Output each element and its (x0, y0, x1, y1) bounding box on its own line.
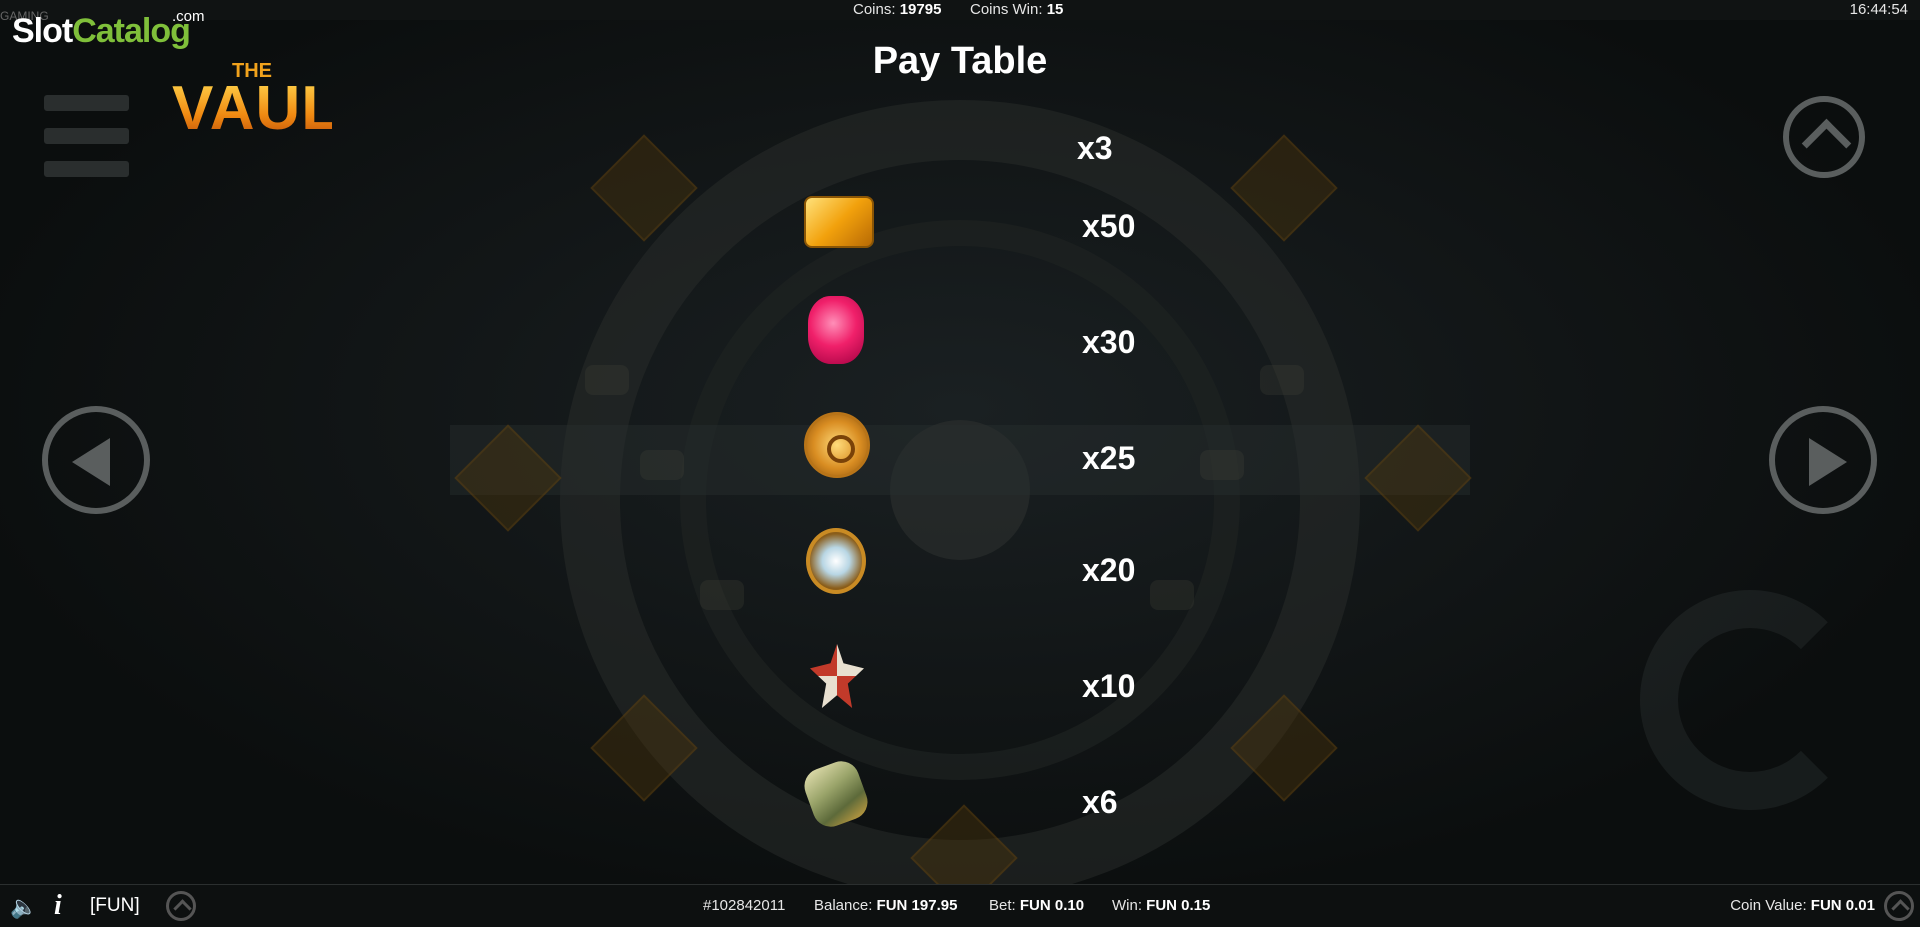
medal-shape (810, 644, 864, 708)
bet-readout: Bet: FUN 0.10 (989, 885, 1084, 927)
info-icon[interactable]: i (54, 885, 62, 927)
win-value: FUN 0.15 (1146, 897, 1211, 914)
chevron-up-icon[interactable] (166, 891, 196, 921)
bet-value: FUN 0.10 (1019, 897, 1085, 914)
coins-value: 19795 (899, 1, 942, 18)
paytable-row: x50 (0, 176, 1920, 256)
mode-label: [FUN] (90, 895, 140, 916)
win-label: Win: (1112, 897, 1142, 914)
gold-bar-shape (804, 196, 874, 248)
multiplier: x10 (1082, 668, 1136, 704)
bottom-status-bar: 🔈 i [FUN] #102842011 Balance: FUN 197.95… (0, 884, 1920, 927)
logo-com-text: .com (172, 8, 205, 25)
ruby-shape (808, 296, 864, 364)
balance-readout: Balance: FUN 197.95 (814, 885, 957, 927)
coins-readout: Coins: 19795 (853, 0, 941, 20)
coins-win-readout: Coins Win: 15 (970, 0, 1063, 20)
menu-line (44, 95, 129, 111)
multiplier: x6 (1082, 784, 1118, 820)
paytable-row: x6 (0, 756, 1920, 836)
chevron-up-icon (1801, 118, 1852, 169)
amulet-shape (806, 528, 866, 594)
chevron-up-icon[interactable] (1884, 891, 1914, 921)
slotcatalog-logo: SlotCatalog .com (12, 8, 205, 51)
cash-shape (799, 756, 873, 832)
gold-bar-icon (800, 176, 876, 252)
multiplier: x25 (1082, 440, 1136, 476)
multiplier: x20 (1082, 552, 1136, 588)
coin-value-value: FUN 0.01 (1810, 897, 1875, 914)
multiplier: x50 (1082, 208, 1136, 244)
game-logo: THE VAULT (172, 61, 375, 143)
coins-win-value: 15 (1046, 1, 1064, 18)
paytable-row: x25 (0, 408, 1920, 488)
top-status-bar: GAMING Coins: 19795 Coins Win: 15 16:44:… (0, 0, 1920, 23)
coins-win-label: Coins Win: (970, 1, 1043, 18)
medal-icon (800, 640, 876, 716)
clock: 16:44:54 (1849, 1, 1908, 18)
coins-label: Coins: (853, 1, 896, 18)
bet-label: Bet: (989, 897, 1016, 914)
cash-roll-icon (799, 756, 876, 832)
multiplier: x30 (1082, 324, 1136, 360)
page-title: Pay Table (872, 40, 1048, 82)
paytable-row: x20 (0, 524, 1920, 604)
diamond-amulet-icon (800, 524, 876, 600)
coin-shape (804, 412, 870, 478)
header-multiplier: x3 (1077, 130, 1113, 166)
logo-slot-text: Slot (12, 12, 73, 50)
gold-coin-icon (800, 408, 876, 484)
menu-line (44, 161, 129, 177)
balance-value: FUN 197.95 (876, 897, 958, 914)
paytable-row: x10 (0, 640, 1920, 720)
coin-value-readout: Coin Value: FUN 0.01 (1730, 885, 1875, 927)
coin-value-label: Coin Value: (1730, 897, 1807, 914)
ruby-gem-icon (800, 292, 876, 368)
balance-label: Balance: (814, 897, 873, 914)
win-readout: Win: FUN 0.15 (1112, 885, 1210, 927)
sound-icon[interactable]: 🔈 (10, 896, 42, 918)
menu-line (44, 128, 129, 144)
logo-vault: VAULT (172, 74, 375, 143)
paytable-row: x30 (0, 292, 1920, 372)
round-id: #102842011 (703, 897, 786, 914)
close-paytable-button[interactable] (1783, 96, 1865, 178)
